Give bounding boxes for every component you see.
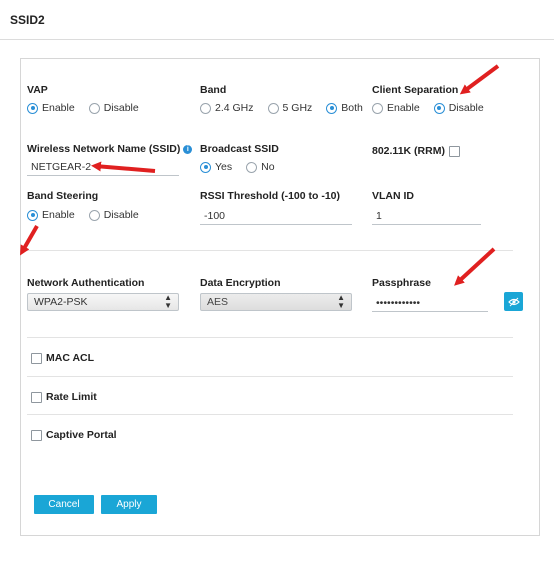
- dialog-header: SSID2: [0, 0, 554, 40]
- client-separation-disable-radio[interactable]: Disable: [433, 102, 484, 114]
- client-separation-radio-group: Enable Disable: [372, 102, 498, 114]
- band-steering-enable-radio[interactable]: Enable: [27, 209, 75, 221]
- captive-portal-checkbox[interactable]: [31, 429, 42, 441]
- radio-selected-icon: [27, 209, 38, 221]
- rate-limit-row: Rate Limit: [31, 391, 97, 403]
- section-divider: [27, 337, 513, 338]
- broadcast-ssid-radio-group: Yes No: [200, 161, 289, 173]
- radio-unselected-icon: [246, 161, 258, 173]
- data-encryption-select[interactable]: AES ▲ ▼: [200, 293, 352, 311]
- band-both-radio[interactable]: Both: [326, 102, 363, 114]
- vap-disable-radio[interactable]: Disable: [88, 102, 139, 114]
- mac-acl-label: MAC ACL: [46, 352, 95, 364]
- rssi-threshold-label: RSSI Threshold (-100 to -10): [200, 190, 341, 202]
- captive-portal-label: Captive Portal: [46, 429, 117, 441]
- rrm-checkbox[interactable]: [448, 145, 460, 157]
- band-radio-group: 2.4 GHz 5 GHz Both: [200, 102, 377, 114]
- band-steering-radio-group: Enable Disable: [27, 209, 153, 221]
- mac-acl-checkbox[interactable]: [31, 352, 42, 364]
- ssid-label: Wireless Network Name (SSID) i: [27, 143, 193, 155]
- ssid-settings-panel: VAP Enable Disable Band 2.4 GHz 5 GHz Bo…: [20, 58, 540, 536]
- show-passphrase-button[interactable]: [504, 292, 523, 311]
- radio-selected-icon: [326, 102, 338, 114]
- vap-radio-group: Enable Disable: [27, 102, 153, 114]
- vap-label: VAP: [27, 84, 48, 96]
- cancel-button[interactable]: Cancel: [34, 495, 94, 514]
- info-icon[interactable]: i: [183, 145, 193, 154]
- passphrase-input[interactable]: [372, 294, 488, 312]
- band-steering-label: Band Steering: [27, 190, 99, 202]
- band-steering-disable-radio[interactable]: Disable: [88, 209, 139, 221]
- data-encryption-label: Data Encryption: [200, 277, 281, 289]
- radio-selected-icon: [200, 161, 211, 173]
- vlan-id-label: VLAN ID: [372, 190, 414, 202]
- band-5ghz-radio[interactable]: 5 GHz: [267, 102, 312, 114]
- broadcast-ssid-no-radio[interactable]: No: [246, 161, 275, 173]
- radio-unselected-icon: [372, 102, 383, 114]
- select-arrows-icon: ▲ ▼: [337, 293, 345, 310]
- eye-icon: [507, 297, 520, 306]
- vlan-id-input[interactable]: [372, 207, 481, 225]
- ssid-input[interactable]: [27, 158, 179, 176]
- radio-unselected-icon: [88, 209, 100, 221]
- mac-acl-row: MAC ACL: [31, 352, 94, 364]
- section-divider: [27, 250, 513, 251]
- select-arrows-icon: ▲ ▼: [164, 293, 172, 310]
- radio-selected-icon: [27, 102, 38, 114]
- section-divider: [27, 376, 513, 377]
- radio-unselected-icon: [88, 102, 100, 114]
- passphrase-label: Passphrase: [372, 277, 431, 289]
- rate-limit-label: Rate Limit: [46, 391, 97, 403]
- band-label: Band: [200, 84, 227, 96]
- network-auth-label: Network Authentication: [27, 277, 145, 289]
- section-divider: [27, 414, 513, 415]
- rssi-threshold-input[interactable]: [200, 207, 352, 225]
- radio-unselected-icon: [200, 102, 211, 114]
- band-2-4ghz-radio[interactable]: 2.4 GHz: [200, 102, 254, 114]
- client-separation-enable-radio[interactable]: Enable: [372, 102, 420, 114]
- client-separation-label: Client Separation: [372, 84, 459, 96]
- broadcast-ssid-label: Broadcast SSID: [200, 143, 279, 155]
- broadcast-ssid-yes-radio[interactable]: Yes: [200, 161, 232, 173]
- captive-portal-row: Captive Portal: [31, 429, 117, 441]
- rate-limit-checkbox[interactable]: [31, 391, 42, 403]
- network-auth-select[interactable]: WPA2-PSK ▲ ▼: [27, 293, 179, 311]
- rrm-label: 802.11K (RRM): [372, 145, 445, 157]
- rrm-row: 802.11K (RRM): [372, 145, 460, 157]
- dialog-title: SSID2: [10, 13, 45, 27]
- radio-unselected-icon: [267, 102, 279, 114]
- apply-button[interactable]: Apply: [101, 495, 157, 514]
- vap-enable-radio[interactable]: Enable: [27, 102, 75, 114]
- radio-selected-icon: [433, 102, 445, 114]
